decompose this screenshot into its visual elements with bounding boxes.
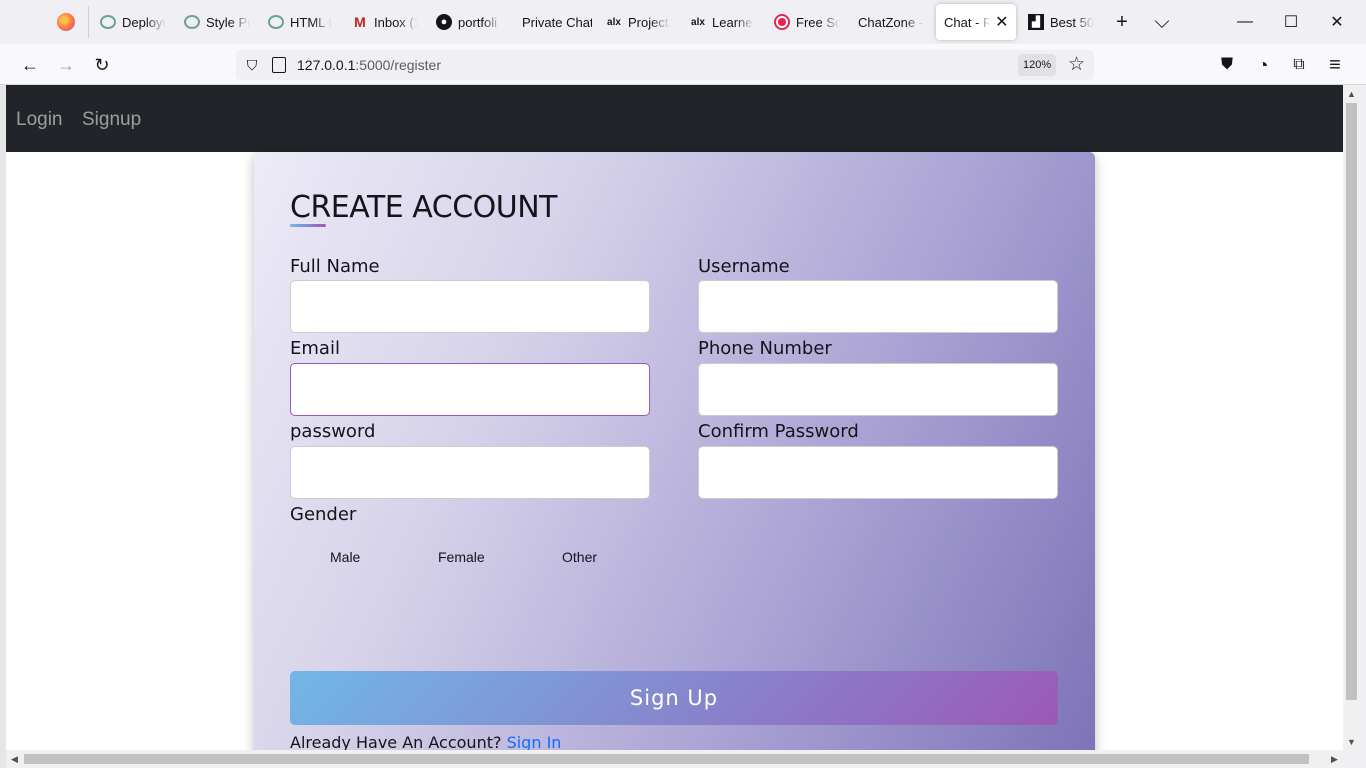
tab-label: HTML L [290,14,332,30]
new-tab-button[interactable]: + [1108,8,1136,36]
horizontal-scroll-thumb[interactable] [24,754,1309,764]
tab-free-screen[interactable]: Free Sc [774,4,840,40]
tab-label: Learner [712,14,754,30]
register-card: CREATE ACCOUNT Full Name Username Email … [254,152,1095,750]
url-bar[interactable]: ⛉ 127.0.0.1:5000/register 120% ☆ [236,50,1094,80]
gender-option-female[interactable]: Female [438,549,485,565]
phone-input[interactable] [698,363,1058,416]
pocket-icon[interactable]: ⛊ [1212,50,1242,80]
horizontal-scrollbar[interactable]: ◀ ▶ [6,750,1343,768]
url-text[interactable]: 127.0.0.1:5000/register [297,57,441,73]
email-input[interactable] [290,363,650,416]
tab-label: Inbox (1 [374,14,418,30]
scroll-up-icon[interactable]: ▲ [1343,85,1360,102]
tab-chat-register-active[interactable]: Chat - Re ✕ [936,4,1016,40]
reload-icon[interactable]: ↻ [87,50,117,80]
signup-link[interactable]: Signup [82,109,141,131]
email-label: Email [290,338,340,359]
url-host: 127.0.0.1 [297,57,356,73]
gender-option-other[interactable]: Other [562,549,597,565]
account-icon[interactable]: ◔ [1248,50,1278,80]
tab-label: Best 50 [1050,14,1094,30]
github-icon: ● [436,14,452,30]
tab-private-chat[interactable]: Private Chat [522,4,592,40]
confirm-password-label: Confirm Password [698,421,859,442]
tab-label: Chat - Re [944,14,990,30]
close-window-icon[interactable]: ✕ [1314,0,1360,44]
phone-label: Phone Number [698,338,832,359]
already-text: Already Have An Account? [290,733,502,750]
zoom-level-badge[interactable]: 120% [1018,54,1057,76]
page-title: CREATE ACCOUNT [290,190,557,225]
tab-close-icon[interactable]: ✕ [994,13,1010,31]
tab-portfolio[interactable]: ● portfoli [436,4,502,40]
site-navbar: Login Signup [6,85,1343,152]
gender-label: Gender [290,504,357,525]
tab-chatzone[interactable]: ChatZone - [858,4,924,40]
back-icon[interactable]: ← [15,50,45,80]
tab-inbox[interactable]: M Inbox (1 [352,4,418,40]
app-menu-icon[interactable]: ≡ [1320,50,1350,80]
vertical-scroll-thumb[interactable] [1346,103,1357,700]
tab-projects[interactable]: alx Projects [606,4,670,40]
tab-label: Projects [628,14,670,30]
tab-style[interactable]: Style Pr [184,4,250,40]
gender-option-male[interactable]: Male [330,549,360,565]
username-label: Username [698,256,790,277]
scroll-left-icon[interactable]: ◀ [6,750,23,768]
alx-icon: alx [691,16,705,28]
scroll-right-icon[interactable]: ▶ [1326,750,1343,768]
tab-deploying[interactable]: Deployi [100,4,166,40]
full-name-input[interactable] [290,280,650,333]
tab-label: Deployi [122,14,166,30]
title-underline [290,224,326,227]
vertical-scrollbar[interactable]: ▲ ▼ [1343,85,1360,750]
maximize-icon[interactable]: ☐ [1268,0,1314,44]
chatgpt-icon [184,15,200,29]
sign-up-button[interactable]: Sign Up [290,671,1058,725]
bookmark-star-icon[interactable]: ☆ [1068,53,1085,76]
record-icon [774,14,790,30]
scroll-down-icon[interactable]: ▼ [1343,733,1360,750]
extensions-icon[interactable]: ⧉ [1284,50,1314,80]
tab-learner[interactable]: alx Learner [690,4,754,40]
best-icon: ▟ [1028,14,1044,30]
tab-label: Free Sc [796,14,840,30]
tab-label: Style Pr [206,14,250,30]
chatgpt-icon [268,15,284,29]
confirm-password-input[interactable] [698,446,1058,499]
list-all-tabs-icon[interactable]: ⌵ [1148,8,1176,36]
password-input[interactable] [290,446,650,499]
page-viewport: Login Signup CREATE ACCOUNT Full Name Us… [6,85,1343,750]
login-link[interactable]: Login [16,109,63,131]
tab-label: Private Chat [522,14,592,30]
url-path: :5000/register [355,57,441,73]
tab-label: portfoli [458,14,498,30]
tab-label: ChatZone - [858,14,924,30]
already-have-account: Already Have An Account? Sign In [290,733,561,750]
tab-html[interactable]: HTML L [268,4,332,40]
page-info-icon[interactable] [272,57,286,73]
forward-icon[interactable]: → [51,50,81,80]
tracking-shield-icon[interactable]: ⛉ [244,56,260,74]
username-input[interactable] [698,280,1058,333]
sign-in-link[interactable]: Sign In [507,733,562,750]
alx-icon: alx [607,16,621,28]
minimize-icon[interactable]: — [1222,0,1268,44]
browser-tab-strip: Deployi Style Pr HTML L M Inbox (1 ● por… [0,0,1366,44]
tab-best[interactable]: ▟ Best 50 [1028,4,1094,40]
password-label: password [290,421,376,442]
full-name-label: Full Name [290,256,380,277]
tab-separator [88,6,89,38]
navigation-toolbar: ← → ↻ ⛉ 127.0.0.1:5000/register 120% ☆ ⛊… [0,44,1366,85]
chatgpt-icon [100,15,116,29]
firefox-icon[interactable] [57,13,75,31]
gmail-icon: M [354,14,366,30]
